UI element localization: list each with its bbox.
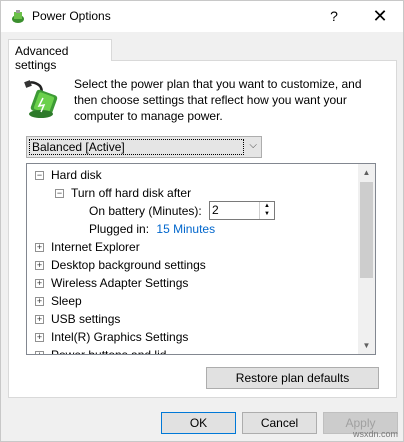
plugged-in-value-link[interactable]: 15 Minutes [156, 222, 215, 236]
scroll-up-icon[interactable]: ▲ [358, 164, 375, 181]
plugged-in-label: Plugged in: [89, 222, 150, 236]
collapse-icon[interactable]: − [35, 171, 44, 180]
window-title: Power Options [32, 9, 111, 23]
expand-icon[interactable]: + [35, 297, 44, 306]
tab-advanced-settings[interactable]: Advanced settings [8, 39, 112, 72]
power-plan-value: Balanced [Active] [29, 139, 244, 155]
settings-tree[interactable]: − Hard disk − Turn off hard disk after O… [26, 163, 376, 355]
expand-icon[interactable]: + [35, 315, 44, 324]
cancel-button[interactable]: Cancel [242, 412, 317, 434]
on-battery-minutes-value[interactable]: 2 [212, 203, 219, 218]
intro-text: Select the power plan that you want to c… [74, 77, 362, 123]
spin-up-icon[interactable]: ▲ [260, 202, 274, 210]
tree-item-label: Intel(R) Graphics Settings [51, 330, 189, 344]
power-options-app-icon [12, 10, 24, 23]
help-button[interactable]: ? [311, 1, 357, 32]
tree-item-label: Desktop background settings [51, 258, 206, 272]
tree-item-plugged-in[interactable]: Plugged in: 15 Minutes [89, 220, 215, 238]
expand-icon[interactable]: + [35, 351, 44, 354]
tree-item-label: Hard disk [51, 168, 102, 182]
expand-icon[interactable]: + [35, 243, 44, 252]
power-plan-dropdown[interactable]: Balanced [Active] ⌵ [26, 136, 262, 158]
tree-item-label: Sleep [51, 294, 82, 308]
tree-item-label: USB settings [51, 312, 121, 326]
expand-icon[interactable]: + [35, 333, 44, 342]
power-options-window: Power Options ? ✕ Advanced settings Sele… [0, 0, 404, 442]
tree-scrollbar[interactable]: ▲ ▼ [358, 164, 375, 354]
spin-down-icon[interactable]: ▼ [260, 210, 274, 218]
battery-plug-icon [24, 80, 58, 118]
close-button[interactable]: ✕ [357, 1, 403, 32]
watermark: wsxdn.com [353, 429, 399, 439]
spinner-buttons: ▲ ▼ [259, 202, 274, 219]
collapse-icon[interactable]: − [55, 189, 64, 198]
tree-item-label: Power buttons and lid [51, 348, 167, 355]
title-bar: Power Options ? ✕ [1, 1, 403, 32]
restore-plan-defaults-button[interactable]: Restore plan defaults [206, 367, 379, 389]
scroll-down-icon[interactable]: ▼ [358, 337, 375, 354]
tree-item-label: Turn off hard disk after [71, 186, 192, 200]
expand-icon[interactable]: + [35, 279, 44, 288]
expand-icon[interactable]: + [35, 261, 44, 270]
chevron-down-icon: ⌵ [249, 140, 257, 151]
on-battery-minutes-spinner[interactable]: 2 ▲ ▼ [209, 201, 275, 220]
tree-item-label: Internet Explorer [51, 240, 140, 254]
tree-item-label: Wireless Adapter Settings [51, 276, 189, 290]
scrollbar-thumb[interactable] [360, 182, 373, 278]
on-battery-label: On battery (Minutes): [89, 204, 202, 218]
ok-button[interactable]: OK [161, 412, 236, 434]
